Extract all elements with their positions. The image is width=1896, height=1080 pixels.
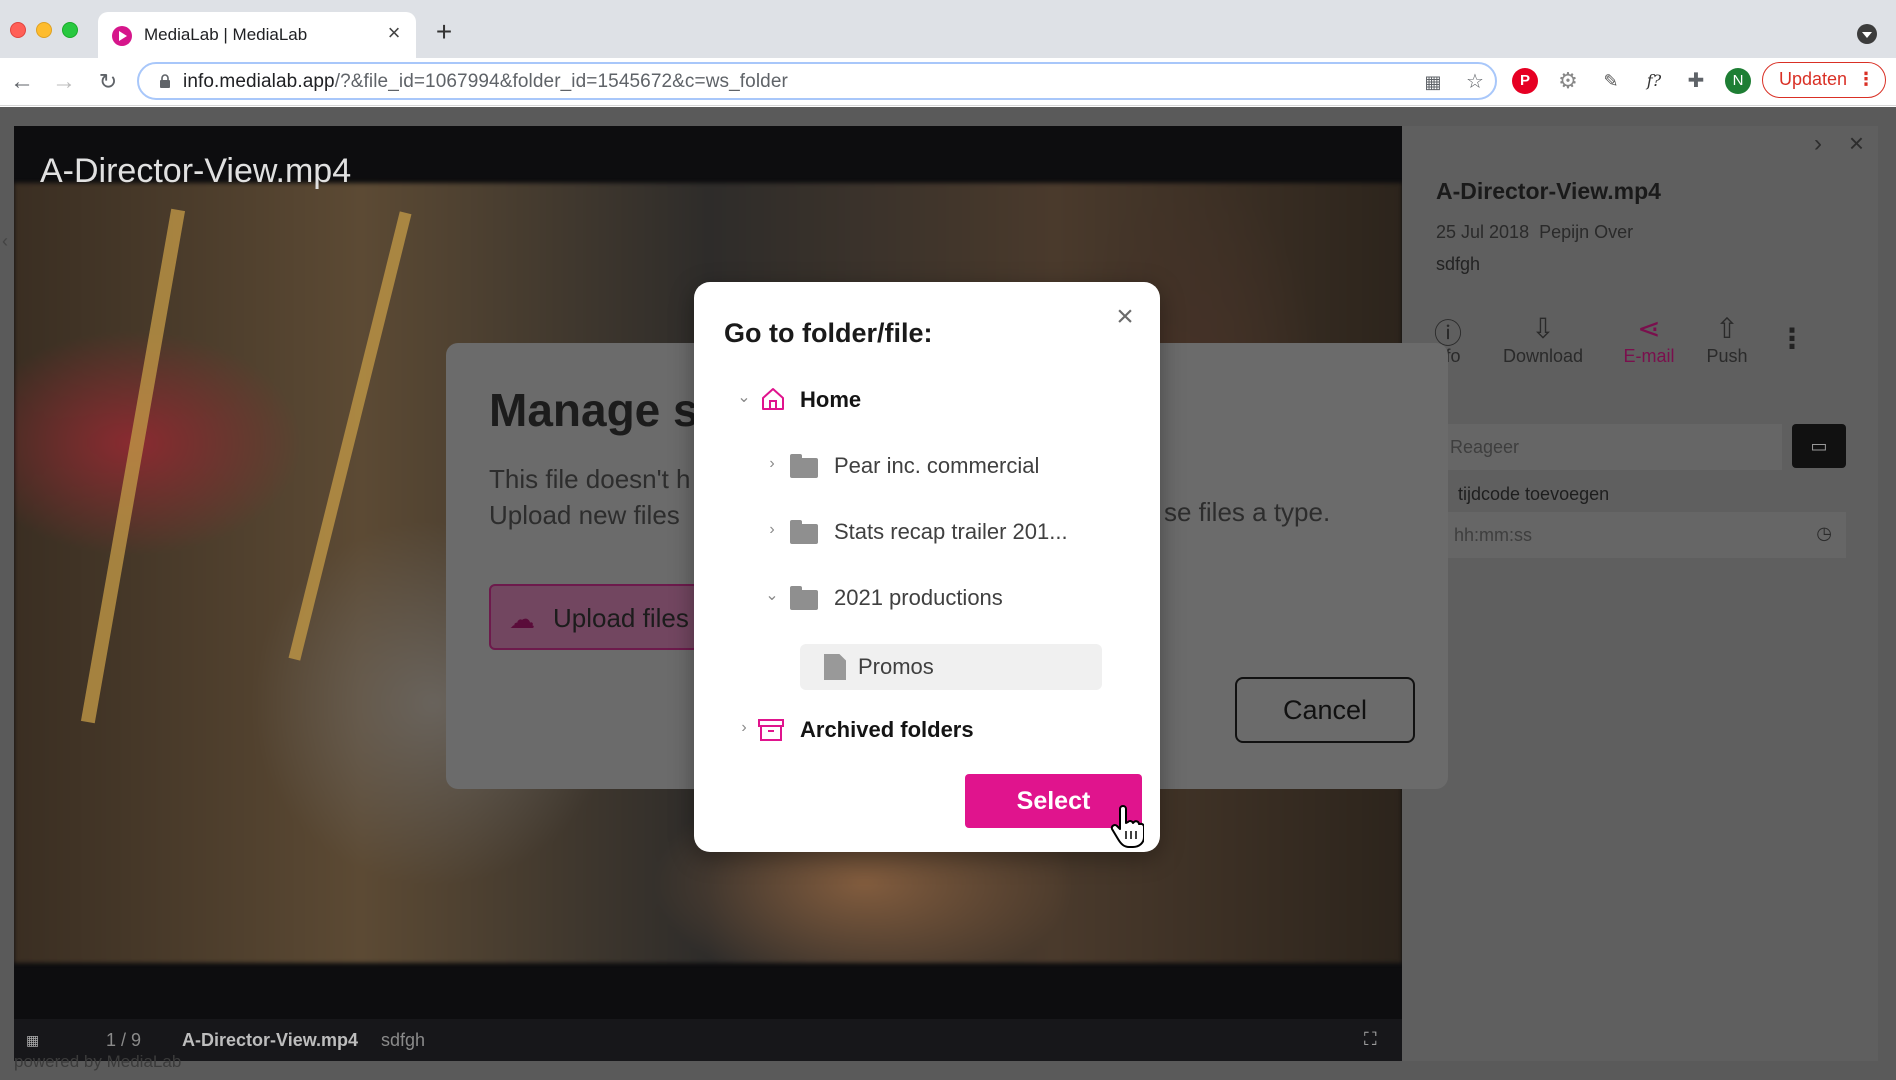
- forward-button[interactable]: →: [48, 66, 80, 98]
- browser-tab[interactable]: MediaLab | MediaLab ×: [98, 12, 416, 58]
- tab-close-icon[interactable]: ×: [382, 21, 406, 45]
- file-author: Pepijn Over: [1539, 222, 1634, 242]
- grid-view-icon[interactable]: ▦: [26, 1032, 42, 1048]
- timecode-input[interactable]: hh:mm:ss ◷: [1436, 512, 1846, 558]
- goto-folder-modal: Go to folder/file: × ⌄ Home › Pear inc. …: [694, 282, 1160, 852]
- reload-button[interactable]: ↻: [92, 66, 124, 98]
- home-icon: [762, 388, 784, 410]
- folder-icon: [790, 520, 818, 544]
- cancel-button[interactable]: Cancel: [1235, 677, 1415, 743]
- chevron-right-icon[interactable]: ›: [762, 520, 782, 540]
- powered-by-text: powered by MediaLab: [14, 1052, 182, 1071]
- fonts-extension-icon[interactable]: f?: [1641, 68, 1667, 94]
- folder-icon: [790, 586, 818, 610]
- tree-label: Stats recap trailer 201...: [834, 519, 1068, 544]
- file-counter: 1 / 9: [106, 1030, 142, 1050]
- tree-label: 2021 productions: [834, 585, 1003, 610]
- panel-file-description: sdfgh: [1436, 254, 1481, 274]
- tree-item-file-selected[interactable]: Promos: [800, 644, 1102, 690]
- more-menu-icon: ⋮: [1857, 69, 1875, 89]
- close-icon[interactable]: ×: [1110, 302, 1140, 332]
- download-icon: ⇩: [1531, 313, 1555, 344]
- profile-avatar[interactable]: N: [1725, 68, 1751, 94]
- eyedropper-extension-icon[interactable]: ✎: [1598, 68, 1624, 94]
- archive-icon: [758, 719, 784, 741]
- chevron-right-icon[interactable]: ›: [762, 454, 782, 474]
- file-date: 25 Jul 2018: [1436, 222, 1530, 242]
- tree-item-home[interactable]: ⌄ Home: [694, 378, 1160, 422]
- file-details-panel: › × A-Director-View.mp4 25 Jul 2018 Pepi…: [1402, 126, 1878, 1061]
- share-icon: ⋖: [1637, 313, 1661, 344]
- qr-code-icon[interactable]: ▦: [1421, 70, 1445, 94]
- new-tab-button[interactable]: +: [430, 18, 458, 46]
- address-bar[interactable]: info.medialab.app/?&file_id=1067994&fold…: [137, 62, 1497, 100]
- tab-title: MediaLab | MediaLab: [144, 25, 308, 44]
- tree-item-archived[interactable]: › Archived folders: [694, 708, 1160, 752]
- lock-icon: [160, 74, 170, 88]
- tree-item-folder[interactable]: › Pear inc. commercial: [694, 444, 1160, 488]
- fullscreen-icon[interactable]: ⛶: [1364, 1029, 1384, 1049]
- tree-item-folder[interactable]: › Stats recap trailer 201...: [694, 510, 1160, 554]
- push-action[interactable]: ⇧ Push: [1696, 312, 1758, 367]
- hand-cursor-icon: [1110, 805, 1144, 848]
- clock-icon: ◷: [1816, 523, 1832, 543]
- collapse-left-icon[interactable]: ‹: [2, 231, 8, 252]
- download-action[interactable]: ⇩ Download: [1498, 312, 1588, 367]
- timecode-checkbox-label[interactable]: tijdcode toevoegen: [1458, 484, 1609, 505]
- chevron-right-icon[interactable]: ›: [734, 718, 754, 738]
- email-action[interactable]: ⋖ E-mail: [1612, 312, 1686, 367]
- window-minimize-button[interactable]: [36, 22, 52, 38]
- cloud-upload-icon: ☁: [509, 604, 535, 634]
- file-icon: [824, 654, 846, 680]
- folder-icon: [790, 454, 818, 478]
- more-options-icon[interactable]: ⋮: [1778, 322, 1806, 355]
- comment-input[interactable]: Reageer: [1436, 424, 1782, 470]
- bottom-filename: A-Director-View.mp4: [182, 1030, 359, 1050]
- bookmark-star-icon[interactable]: ☆: [1463, 70, 1487, 94]
- send-comment-button[interactable]: ▭: [1792, 424, 1846, 468]
- upload-files-button[interactable]: ☁ Upload files: [489, 584, 699, 650]
- panel-file-meta: 25 Jul 2018 Pepijn Over: [1436, 222, 1633, 243]
- tree-label-home: Home: [800, 387, 862, 412]
- viewer-title: A-Director-View.mp4: [40, 152, 352, 190]
- tree-label: Promos: [858, 654, 934, 679]
- info-icon: ⓘ: [1433, 318, 1462, 349]
- back-button[interactable]: ←: [6, 66, 38, 98]
- tab-search-icon[interactable]: [1857, 24, 1877, 44]
- panel-file-title: A-Director-View.mp4: [1436, 178, 1661, 204]
- tree-label: Pear inc. commercial: [834, 453, 1040, 478]
- update-browser-button[interactable]: Updaten ⋮: [1762, 62, 1886, 98]
- chevron-down-icon[interactable]: ⌄: [762, 586, 782, 606]
- tree-label-archived: Archived folders: [800, 717, 974, 742]
- pinterest-extension-icon[interactable]: P: [1512, 68, 1538, 94]
- modal-title: Go to folder/file:: [724, 318, 933, 348]
- manage-dialog-text: This file doesn't h Upload new files: [489, 464, 691, 530]
- tree-item-folder[interactable]: ⌄ 2021 productions: [694, 576, 1160, 620]
- bottom-description: sdfgh: [381, 1030, 426, 1050]
- close-panel-icon[interactable]: ×: [1849, 128, 1864, 159]
- medialab-favicon-icon: [112, 26, 132, 46]
- extensions-puzzle-icon[interactable]: ✚: [1683, 68, 1709, 94]
- manage-dialog-title: Manage s: [489, 384, 699, 436]
- gear-extension-icon[interactable]: ⚙: [1555, 68, 1581, 94]
- viewer-bottom-bar: ▦ 1 / 9 A-Director-View.mp4 sdfgh ⛶: [14, 1019, 1402, 1061]
- browser-tab-bar: MediaLab | MediaLab × +: [0, 0, 1896, 58]
- next-file-chevron-icon[interactable]: ›: [1814, 130, 1822, 158]
- upload-icon: ⇧: [1715, 313, 1739, 344]
- chevron-down-icon[interactable]: ⌄: [734, 388, 754, 408]
- url-text: info.medialab.app/?&file_id=1067994&fold…: [183, 71, 788, 92]
- browser-toolbar: ← → ↻ info.medialab.app/?&file_id=106799…: [0, 58, 1896, 106]
- manage-dialog-text-tail: se files a type.: [1164, 497, 1331, 527]
- window-close-button[interactable]: [10, 22, 26, 38]
- window-maximize-button[interactable]: [62, 22, 78, 38]
